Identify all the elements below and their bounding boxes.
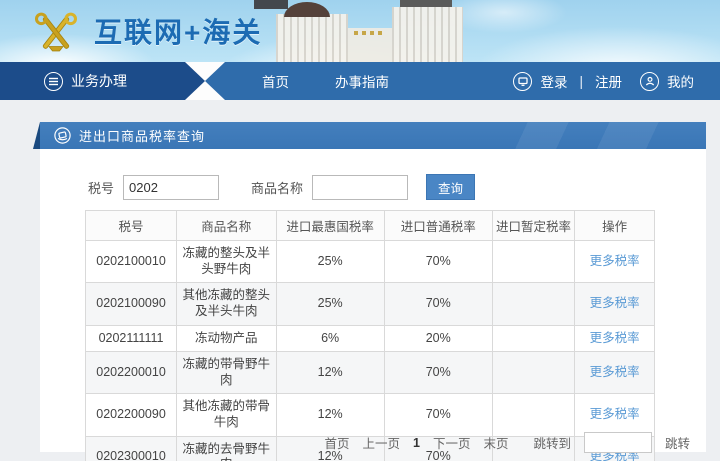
pagination: 首页 上一页 1 下一页 末页 跳转到 跳转 [324,432,690,453]
user-icon [640,72,659,91]
section-title-bar: 进出口商品税率查询 [40,122,706,149]
header-tax-no: 税号 [86,211,177,241]
page-last[interactable]: 末页 [483,433,508,452]
header-provisional-rate: 进口暂定税率 [492,211,575,241]
bar-streaks [446,122,706,149]
header-mfn-rate: 进口最惠国税率 [276,211,384,241]
nav-business-menu[interactable]: 业务办理 [0,62,205,100]
cell-general-rate: 70% [384,394,492,436]
cell-general-rate: 70% [384,241,492,283]
table-row: 0202111111冻动物产品6%20% 更多税率 [86,325,655,352]
customs-emblem-icon [30,8,82,54]
header-general-rate: 进口普通税率 [384,211,492,241]
nav-link-home[interactable]: 首页 [262,71,289,91]
search-button[interactable]: 查询 [426,174,475,200]
login-link[interactable]: 登录 [540,71,567,91]
cell-product-name: 冻动物产品 [177,325,277,352]
cell-general-rate: 70% [384,283,492,325]
cell-mfn-rate: 25% [276,283,384,325]
more-rates-link[interactable]: 更多税率 [590,331,640,345]
nav-business-label: 业务办理 [71,71,127,91]
customs-building-image [248,0,463,62]
product-name-input[interactable] [312,175,408,200]
page-first[interactable]: 首页 [324,433,349,452]
header-product-name: 商品名称 [177,211,277,241]
table-row: 0202200090其他冻藏的带骨牛肉12%70% 更多税率 [86,394,655,436]
tax-table-body: 0202100010冻藏的整头及半头野牛肉25%70%更多税率020210009… [86,241,655,461]
cell-mfn-rate: 6% [276,325,384,352]
cell-product-name: 冻藏的带骨野牛肉 [177,352,277,394]
jump-button[interactable]: 跳转 [665,433,690,452]
menu-icon [44,72,63,91]
login-monitor-icon [513,72,532,91]
jump-page-input[interactable] [584,432,652,453]
cell-tax-no: 0202200090 [86,394,177,436]
main-nav: 业务办理 首页 办事指南 登录 | 注册 我的 [0,62,720,100]
cell-action: 更多税率 [575,394,655,436]
cell-action: 更多税率 [575,241,655,283]
table-header-row: 税号 商品名称 进口最惠国税率 进口普通税率 进口暂定税率 操作 [86,211,655,241]
page-current: 1 [413,436,420,450]
product-name-label: 商品名称 [251,178,303,197]
cell-provisional-rate [492,325,575,352]
cell-provisional-rate [492,394,575,436]
site-header: 互联网+海关 [0,0,720,62]
cell-general-rate: 70% [384,352,492,394]
cell-tax-no: 0202100090 [86,283,177,325]
cell-action: 更多税率 [575,352,655,394]
cell-provisional-rate [492,352,575,394]
page-next[interactable]: 下一页 [433,433,471,452]
cell-provisional-rate [492,241,575,283]
more-rates-link[interactable]: 更多税率 [590,365,640,379]
cell-mfn-rate: 25% [276,241,384,283]
cell-mfn-rate: 12% [276,352,384,394]
cell-product-name: 冻藏的整头及半头野牛肉 [177,241,277,283]
more-rates-link[interactable]: 更多税率 [590,407,640,421]
cell-general-rate: 20% [384,325,492,352]
cell-action: 更多税率 [575,325,655,352]
table-row: 0202100010冻藏的整头及半头野牛肉25%70% 更多税率 [86,241,655,283]
cell-tax-no: 0202111111 [86,325,177,352]
register-link[interactable]: 注册 [595,71,622,91]
cell-product-name: 其他冻藏的整头及半头牛肉 [177,283,277,325]
more-rates-link[interactable]: 更多税率 [590,296,640,310]
tax-rate-table: 税号 商品名称 进口最惠国税率 进口普通税率 进口暂定税率 操作 0202100… [85,210,655,461]
cell-tax-no: 0202200010 [86,352,177,394]
ribbon-fold [33,122,40,149]
tax-no-input[interactable] [123,175,219,200]
header-action: 操作 [575,211,655,241]
site-title: 互联网+海关 [94,11,262,51]
cell-provisional-rate [492,283,575,325]
search-form: 税号 商品名称 查询 [88,174,475,200]
my-account-link[interactable]: 我的 [667,71,694,91]
nav-link-guide[interactable]: 办事指南 [335,71,389,91]
cell-mfn-rate: 12% [276,394,384,436]
cell-product-name: 其他冻藏的带骨牛肉 [177,394,277,436]
site-logo[interactable]: 互联网+海关 [30,8,262,54]
tax-no-label: 税号 [88,178,114,197]
nav-links: 首页 办事指南 [262,62,389,100]
cell-tax-no: 0202300010 [86,436,177,461]
cell-product-name: 冻藏的去骨野牛肉 [177,436,277,461]
cell-action: 更多税率 [575,283,655,325]
nav-account-area: 登录 | 注册 我的 [513,62,694,100]
query-panel: 进出口商品税率查询 税号 商品名称 查询 税号 商品名称 进口最惠国税率 进口普… [40,122,706,452]
table-row: 0202200010冻藏的带骨野牛肉12%70% 更多税率 [86,352,655,394]
section-title: 进出口商品税率查询 [79,126,205,145]
more-rates-link[interactable]: 更多税率 [590,254,640,268]
cell-tax-no: 0202100010 [86,241,177,283]
page: 互联网+海关 业务办理 首页 办事指南 登录 | 注册 [0,0,720,461]
login-register-divider: | [579,74,583,89]
page-prev[interactable]: 上一页 [362,433,400,452]
jump-to-label: 跳转到 [533,433,571,452]
tax-query-icon [54,127,71,144]
table-row: 0202100090其他冻藏的整头及半头牛肉25%70% 更多税率 [86,283,655,325]
